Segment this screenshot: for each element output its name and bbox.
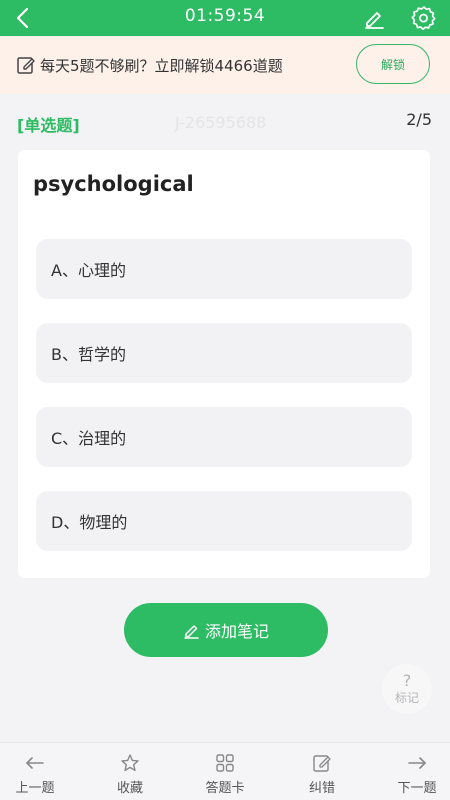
- tab-label: 答题卡: [205, 781, 245, 796]
- arrow-right-icon: [408, 757, 426, 769]
- arrow-left-icon: [26, 757, 44, 769]
- option-label: C、治理的: [51, 429, 127, 448]
- star-icon: [121, 754, 139, 772]
- edit-icon: [313, 755, 331, 772]
- note-edit-icon: [17, 57, 35, 74]
- option-a[interactable]: A、心理的: [36, 239, 412, 299]
- add-note-button[interactable]: 添加笔记: [124, 603, 328, 657]
- tab-favorite[interactable]: 收藏: [95, 743, 165, 800]
- question-word: psychological: [33, 172, 194, 196]
- mark-button[interactable]: ? 标记: [382, 664, 432, 714]
- option-b[interactable]: B、哲学的: [36, 323, 412, 383]
- top-bar: 01:59:54: [0, 0, 450, 36]
- tab-previous[interactable]: 上一题: [0, 743, 70, 800]
- tab-label: 纠错: [308, 781, 335, 796]
- gear-icon[interactable]: [411, 5, 437, 31]
- add-note-label: 添加笔记: [204, 622, 269, 641]
- option-c[interactable]: C、治理的: [36, 407, 412, 467]
- question-mark-icon: ?: [402, 671, 412, 690]
- tab-answer-sheet[interactable]: 答题卡: [190, 743, 260, 800]
- option-label: A、心理的: [51, 261, 126, 280]
- tab-label: 上一题: [15, 781, 55, 796]
- question-progress: 2/5: [406, 110, 432, 129]
- tab-report-error[interactable]: 纠错: [287, 743, 357, 800]
- question-type: [单选题]: [17, 116, 80, 135]
- question-id: J-26595688: [175, 113, 267, 132]
- pencil-icon: [184, 624, 199, 639]
- unlock-button[interactable]: 解锁: [356, 44, 430, 84]
- question-card: psychological A、心理的 B、哲学的 C、治理的 D、物理的: [18, 150, 430, 578]
- option-label: D、物理的: [51, 513, 128, 532]
- option-d[interactable]: D、物理的: [36, 491, 412, 551]
- tab-label: 收藏: [116, 781, 143, 796]
- option-label: B、哲学的: [51, 345, 126, 364]
- mark-label: 标记: [394, 691, 419, 705]
- tab-next[interactable]: 下一题: [382, 743, 450, 800]
- grid-icon: [216, 754, 234, 772]
- promo-text: 每天5题不够刷？立即解锁4466道题: [40, 57, 283, 75]
- tab-label: 下一题: [397, 781, 437, 796]
- bottom-tab-bar: 上一题 收藏 答题卡 纠错 下一题: [0, 742, 450, 800]
- promo-banner: 每天5题不够刷？立即解锁4466道题 解锁: [0, 36, 450, 94]
- pencil-icon[interactable]: [362, 6, 386, 30]
